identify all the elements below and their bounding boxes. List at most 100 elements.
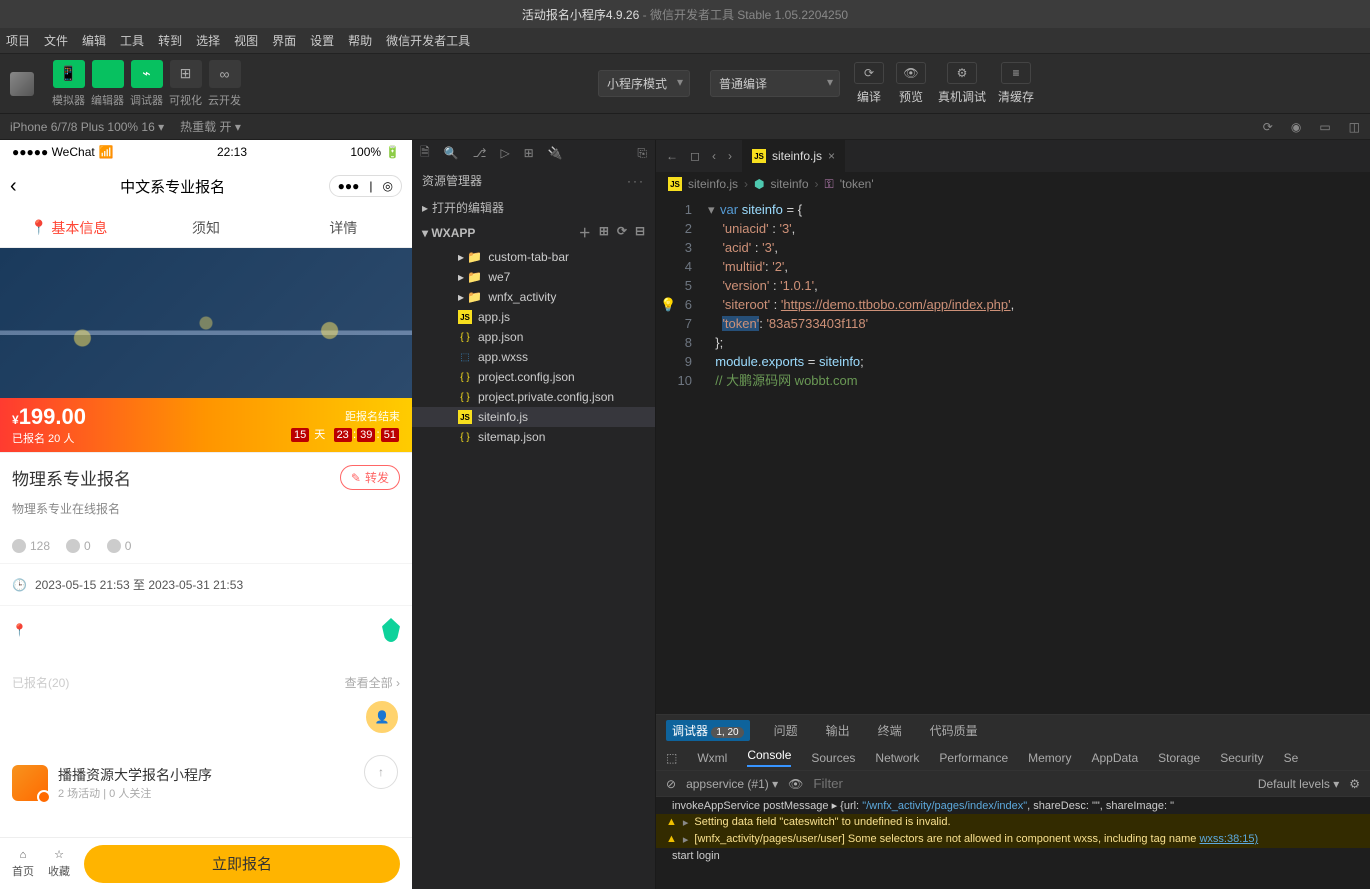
panel-performance[interactable]: Performance <box>939 751 1008 765</box>
gear-icon[interactable]: ⚙ <box>1349 777 1360 791</box>
dbg-tab-debugger[interactable]: 调试器 1, 20 <box>666 720 750 741</box>
tree-item[interactable]: JSapp.js <box>412 307 655 327</box>
tree-item[interactable]: ▸ 📁custom-tab-bar <box>412 247 655 267</box>
menu-settings[interactable]: 设置 <box>310 32 334 49</box>
menu-tools[interactable]: 工具 <box>120 32 144 49</box>
panel-appdata[interactable]: AppData <box>1091 751 1138 765</box>
view-all-button[interactable]: 查看全部 › <box>345 674 400 691</box>
tab-basic[interactable]: 📍基本信息 <box>0 208 137 247</box>
tab-detail[interactable]: 详情 <box>275 208 412 247</box>
project-icon[interactable] <box>10 72 34 96</box>
new-folder-icon[interactable]: ⊞ <box>599 224 609 241</box>
menu-wxdev[interactable]: 微信开发者工具 <box>386 32 470 49</box>
device-select[interactable]: iPhone 6/7/8 Plus 100% 16 <box>10 120 164 134</box>
panel-sources[interactable]: Sources <box>811 751 855 765</box>
chevron-down-icon[interactable]: ▾ <box>422 226 431 240</box>
tbtn-1[interactable]: 编辑器 <box>91 60 124 108</box>
tree-item[interactable]: JSsiteinfo.js <box>412 407 655 427</box>
target-icon[interactable]: ◎ <box>383 179 393 193</box>
location-row[interactable]: 📍 <box>0 605 412 654</box>
action-0[interactable]: ⟳编译 <box>854 62 884 105</box>
panel-more[interactable]: Se <box>1284 751 1299 765</box>
record-icon[interactable]: ◉ <box>1291 120 1301 134</box>
gotop-button[interactable]: ↑ <box>364 755 398 789</box>
tree-item[interactable]: ⬚app.wxss <box>412 347 655 367</box>
action-3[interactable]: ≡清缓存 <box>998 62 1034 105</box>
eye-icon[interactable]: 👁 <box>788 777 803 791</box>
close-icon[interactable]: × <box>828 149 835 163</box>
open-editors-label[interactable]: 打开的编辑器 <box>432 199 504 216</box>
refresh-icon[interactable]: ⟳ <box>1263 120 1273 134</box>
menu-select[interactable]: 选择 <box>196 32 220 49</box>
dbg-tab-quality[interactable]: 代码质量 <box>926 722 982 739</box>
tree-item[interactable]: { }project.config.json <box>412 367 655 387</box>
menu-file[interactable]: 文件 <box>44 32 68 49</box>
bookmark-icon[interactable]: ◻ <box>690 149 700 163</box>
search-icon[interactable]: 🔍 <box>444 146 459 160</box>
action-2[interactable]: ⚙真机调试 <box>938 62 986 105</box>
new-file-icon[interactable]: ＋ <box>579 224 591 241</box>
menu-help[interactable]: 帮助 <box>348 32 372 49</box>
menu-view[interactable]: 视图 <box>234 32 258 49</box>
phone-icon[interactable]: ▭ <box>1319 120 1330 134</box>
split-icon[interactable]: ◫ <box>1349 120 1360 134</box>
tree-item[interactable]: ▸ 📁we7 <box>412 267 655 287</box>
back-icon[interactable]: ‹ <box>10 175 17 198</box>
plug-icon[interactable]: 🔌 <box>548 146 563 160</box>
tree-item[interactable]: { }app.json <box>412 327 655 347</box>
tbtn-3[interactable]: ⊞可视化 <box>169 60 202 108</box>
panel-wxml[interactable]: Wxml <box>697 751 727 765</box>
panel-network[interactable]: Network <box>875 751 919 765</box>
signup-button[interactable]: 立即报名 <box>84 845 400 883</box>
map-pin-icon[interactable] <box>382 618 400 642</box>
context-select[interactable]: appservice (#1) <box>686 777 778 791</box>
action-1[interactable]: 👁预览 <box>896 62 926 105</box>
menu-edit[interactable]: 编辑 <box>82 32 106 49</box>
git-icon[interactable]: ⎇ <box>473 146 487 160</box>
layout-icon[interactable]: ⎘ <box>637 146 647 161</box>
compile-select[interactable]: 普通编译 <box>710 70 840 97</box>
collapse-icon[interactable]: ⊟ <box>635 224 645 241</box>
nav-prev-icon[interactable]: ‹ <box>712 149 716 163</box>
nav-next-icon[interactable]: › <box>728 149 732 163</box>
tbtn-0[interactable]: 📱模拟器 <box>52 60 85 108</box>
menu-dots-icon[interactable]: ●●● <box>338 179 360 193</box>
tab-home[interactable]: ⌂首页 <box>12 849 34 879</box>
refresh-tree-icon[interactable]: ⟳ <box>617 224 627 241</box>
files-icon[interactable]: 🗎 <box>420 143 430 164</box>
ext-icon[interactable]: ⊞ <box>524 146 534 160</box>
root-label[interactable]: WXAPP <box>431 226 475 240</box>
inspect-icon[interactable]: ⬚ <box>666 751 677 765</box>
mode-select[interactable]: 小程序模式 <box>598 70 690 97</box>
share-button[interactable]: ✎转发 <box>340 465 400 490</box>
dbg-tab-terminal[interactable]: 终端 <box>874 722 906 739</box>
dbg-tab-output[interactable]: 输出 <box>822 722 854 739</box>
tree-item[interactable]: { }project.private.config.json <box>412 387 655 407</box>
filter-input[interactable] <box>813 776 1247 791</box>
hotreload-select[interactable]: 热重载 开 <box>180 118 241 135</box>
nav-back-icon[interactable]: ← <box>666 149 678 163</box>
tree-item[interactable]: ▸ 📁wnfx_activity <box>412 287 655 307</box>
levels-select[interactable]: Default levels <box>1258 777 1339 791</box>
tab-fav[interactable]: ☆收藏 <box>48 848 70 879</box>
tbtn-2[interactable]: ⌁调试器 <box>130 60 163 108</box>
menu-ui[interactable]: 界面 <box>272 32 296 49</box>
tree-item[interactable]: { }sitemap.json <box>412 427 655 447</box>
capsule[interactable]: ●●●|◎ <box>329 175 402 197</box>
menu-project[interactable]: 项目 <box>6 32 30 49</box>
store-card[interactable]: 播播资源大学报名小程序 2 场活动 | 0 人关注 <box>0 755 412 811</box>
tab-notice[interactable]: 须知 <box>137 208 274 247</box>
panel-security[interactable]: Security <box>1220 751 1263 765</box>
chevron-right-icon[interactable]: ▸ <box>422 201 428 215</box>
breadcrumb[interactable]: JS siteinfo.js› ⬢ siteinfo› ⚿ 'token' <box>656 172 1370 196</box>
panel-console[interactable]: Console <box>747 748 791 767</box>
tbtn-4[interactable]: ∞云开发 <box>208 60 241 108</box>
panel-memory[interactable]: Memory <box>1028 751 1071 765</box>
clear-icon[interactable]: ⊘ <box>666 777 676 791</box>
avatar[interactable]: 👤 <box>364 699 400 735</box>
menu-goto[interactable]: 转到 <box>158 32 182 49</box>
editor-tab[interactable]: JS siteinfo.js × <box>742 140 845 172</box>
dbg-tab-problems[interactable]: 问题 <box>770 722 802 739</box>
explorer-more-icon[interactable]: ··· <box>627 174 645 188</box>
lightbulb-icon[interactable]: 💡 <box>660 295 676 314</box>
